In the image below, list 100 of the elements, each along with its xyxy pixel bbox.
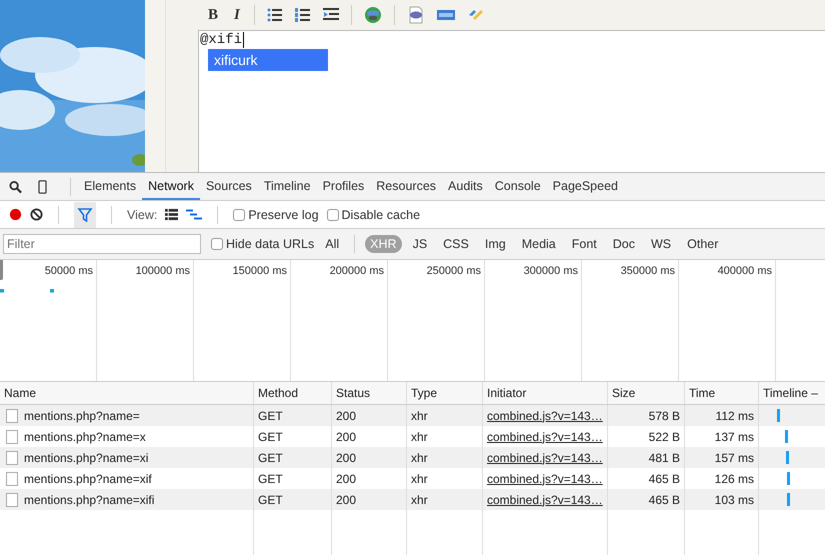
devtools-tab[interactable]: Audits (442, 173, 489, 200)
request-name[interactable]: mentions.php?name=xifi (24, 492, 154, 506)
time-tick: 350000 ms (620, 265, 675, 277)
request-name[interactable]: mentions.php?name=xi (24, 450, 148, 464)
column-header[interactable]: Time (684, 382, 758, 404)
initiator-link[interactable]: combined.js?v=143… (487, 450, 603, 464)
devtools-tab[interactable]: Console (488, 173, 547, 200)
table-cell: xhr (411, 472, 428, 486)
table-cell: 200 (336, 472, 356, 486)
typed-text: @xifi (200, 32, 244, 48)
table-cell: 481 B (648, 450, 680, 464)
table-cell: xhr (411, 408, 428, 422)
table-cell: 200 (336, 492, 356, 506)
initiator-link[interactable]: combined.js?v=143… (487, 408, 603, 422)
option-checkbox[interactable]: Disable cache (326, 208, 420, 222)
waterfall-bar (787, 472, 790, 485)
table-cell: 578 B (648, 408, 680, 422)
file-icon (6, 430, 18, 444)
option-checkbox[interactable]: Preserve log (233, 208, 319, 222)
request-name[interactable]: mentions.php?name=xif (24, 472, 152, 486)
numbered-list-icon[interactable] (294, 8, 311, 22)
column-header[interactable]: Size (607, 382, 684, 404)
type-filter[interactable]: JS (408, 235, 432, 253)
table-cell: xhr (411, 450, 428, 464)
type-filter[interactable]: All (320, 235, 344, 253)
table-cell: 522 B (648, 430, 680, 444)
devtools-tab[interactable]: Elements (78, 173, 142, 200)
column-header[interactable]: Timeline – (758, 382, 825, 404)
table-cell: xhr (411, 430, 428, 444)
globe-icon[interactable] (364, 6, 382, 24)
devtools-tab[interactable]: PageSpeed (546, 173, 624, 200)
indent-icon[interactable] (322, 8, 339, 22)
time-tick: 400000 ms (718, 265, 772, 277)
bullet-list-icon[interactable] (266, 8, 283, 22)
initiator-link[interactable]: combined.js?v=143… (487, 430, 603, 444)
text-area[interactable]: @xifi xificurk (198, 30, 825, 172)
request-name[interactable]: mentions.php?name= (24, 408, 140, 422)
devtools-tab[interactable]: Network (142, 173, 200, 200)
type-filter[interactable]: Doc (608, 235, 640, 253)
type-filter[interactable]: WS (646, 235, 676, 253)
list-view-icon[interactable] (165, 208, 178, 221)
time-tick: 250000 ms (426, 265, 481, 277)
devtools-tab[interactable]: Resources (370, 173, 442, 200)
filter-field[interactable]: Filter (3, 234, 201, 254)
file-icon (6, 472, 18, 486)
request-name[interactable]: mentions.php?name=x (24, 430, 146, 444)
waterfall-bar (785, 430, 788, 443)
waterfall-bar (786, 451, 789, 464)
column-header[interactable]: Initiator (482, 382, 607, 404)
column-header[interactable]: Name (0, 382, 253, 404)
devtools-tab[interactable]: Profiles (316, 173, 370, 200)
clear-icon[interactable] (30, 208, 43, 221)
table-cell: GET (258, 492, 283, 506)
type-filter[interactable]: Other (682, 235, 724, 253)
table-cell: 103 ms (714, 492, 754, 506)
time-tick: 200000 ms (330, 265, 384, 277)
table-cell: GET (258, 430, 283, 444)
filter-icon[interactable] (77, 208, 93, 222)
column-header[interactable]: Status (331, 382, 406, 404)
hide-data-urls-checkbox[interactable]: Hide data URLs (211, 237, 314, 251)
type-filter[interactable]: Media (516, 235, 561, 253)
format-button[interactable]: I (232, 6, 242, 24)
search-icon[interactable] (9, 180, 22, 194)
file-icon (6, 492, 18, 506)
table-cell: 465 B (648, 472, 680, 486)
table-cell: 137 ms (714, 430, 754, 444)
file-icon (6, 450, 18, 464)
file-icon (6, 408, 18, 422)
table-cell: 200 (336, 430, 356, 444)
devtools-tab[interactable]: Sources (200, 173, 258, 200)
type-filter[interactable]: Font (566, 235, 602, 253)
table-cell: 200 (336, 408, 356, 422)
column-header[interactable]: Type (406, 382, 482, 404)
table-cell: xhr (411, 492, 428, 506)
mobile-device-icon[interactable] (36, 180, 49, 194)
table-cell: 112 ms (716, 408, 754, 422)
type-filter[interactable]: Img (480, 235, 511, 253)
initiator-link[interactable]: combined.js?v=143… (487, 472, 603, 486)
column-header[interactable]: Method (253, 382, 331, 404)
type-filter[interactable]: CSS (438, 235, 474, 253)
waterfall-view-icon[interactable] (186, 208, 202, 221)
filter-toggle[interactable] (74, 202, 96, 228)
view-label: View: (127, 208, 158, 222)
time-tick: 150000 ms (232, 265, 287, 277)
waterfall-bar (777, 409, 780, 422)
overview-handle[interactable] (0, 260, 3, 280)
initiator-link[interactable]: combined.js?v=143… (487, 492, 603, 506)
time-tick: 50000 ms (44, 265, 93, 277)
devtools-tab[interactable]: Timeline (258, 173, 317, 200)
table-cell: 200 (336, 450, 356, 464)
table-cell: 126 ms (714, 472, 754, 486)
table-cell: GET (258, 472, 283, 486)
time-tick: 300000 ms (524, 265, 578, 277)
format-button[interactable]: B (206, 6, 220, 24)
record-icon[interactable] (9, 208, 22, 221)
time-tick: 100000 ms (136, 265, 190, 277)
suggestion-item[interactable]: xificurk (208, 49, 328, 71)
waterfall-bar (787, 493, 790, 506)
table-cell: GET (258, 408, 283, 422)
table-cell: GET (258, 450, 283, 464)
